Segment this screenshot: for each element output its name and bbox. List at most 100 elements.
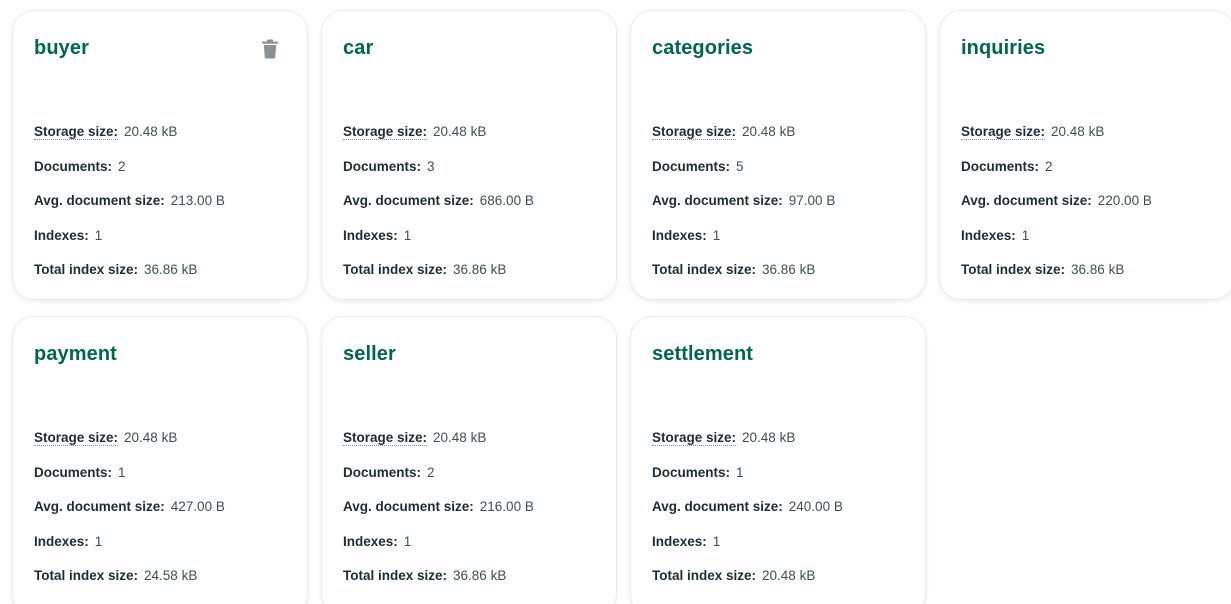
documents-value: 1 xyxy=(736,464,744,480)
stat-indexes: Indexes: 1 xyxy=(34,533,297,570)
stat-total-index-size: Total index size: 36.86 kB xyxy=(961,263,1224,298)
collection-stats: Storage size: 20.48 kB Documents: 3 Avg. d… xyxy=(343,124,606,298)
storage-size-value: 20.48 kB xyxy=(124,124,178,139)
collection-name[interactable]: seller xyxy=(343,343,396,366)
storage-size-value: 20.48 kB xyxy=(1051,124,1105,139)
storage-size-value: 20.48 kB xyxy=(742,430,796,445)
storage-size-label: Storage size: xyxy=(343,430,428,446)
stat-total-index-size: Total index size: 24.58 kB xyxy=(34,569,297,604)
collection-stats: Storage size: 20.48 kB Documents: 2 Avg. d… xyxy=(961,124,1224,298)
storage-size-label: Storage size: xyxy=(34,430,119,446)
documents-label: Documents: xyxy=(34,464,113,480)
documents-value: 2 xyxy=(118,158,126,174)
stat-total-index-size: Total index size: 20.48 kB xyxy=(652,569,915,604)
total-index-size-value: 36.86 kB xyxy=(453,262,507,277)
documents-label: Documents: xyxy=(34,158,113,174)
stat-indexes: Indexes: 1 xyxy=(652,227,915,264)
stat-total-index-size: Total index size: 36.86 kB xyxy=(652,263,915,298)
documents-label: Documents: xyxy=(343,158,422,174)
total-index-size-value: 36.86 kB xyxy=(453,568,507,583)
indexes-value: 1 xyxy=(712,227,721,243)
indexes-label: Indexes: xyxy=(34,533,89,549)
trash-icon[interactable] xyxy=(261,39,279,59)
stat-indexes: Indexes: 1 xyxy=(652,533,915,570)
stat-indexes: Indexes: 1 xyxy=(343,227,606,264)
indexes-value: 1 xyxy=(94,227,103,243)
collections-grid: buyer Storage size: 20.48 kB Documents: 2 … xyxy=(0,0,1231,604)
stat-documents: Documents: 2 xyxy=(343,464,606,501)
indexes-label: Indexes: xyxy=(652,533,707,549)
avg-document-size-label: Avg. document size: xyxy=(961,193,1092,208)
avg-document-size-label: Avg. document size: xyxy=(343,499,474,514)
collection-stats: Storage size: 20.48 kB Documents: 2 Avg. d… xyxy=(34,124,297,298)
documents-value: 2 xyxy=(427,464,435,480)
stat-storage-size: Storage size: 20.48 kB xyxy=(961,124,1224,160)
indexes-value: 1 xyxy=(403,533,412,549)
total-index-size-label: Total index size: xyxy=(34,262,139,277)
collection-name[interactable]: inquiries xyxy=(961,37,1045,60)
stat-storage-size: Storage size: 20.48 kB xyxy=(34,430,297,466)
collection-stats: Storage size: 20.48 kB Documents: 5 Avg. d… xyxy=(652,124,915,298)
storage-size-label: Storage size: xyxy=(961,124,1046,140)
documents-label: Documents: xyxy=(652,158,731,174)
stat-storage-size: Storage size: 20.48 kB xyxy=(652,430,915,466)
stat-indexes: Indexes: 1 xyxy=(961,227,1224,264)
indexes-value: 1 xyxy=(94,533,103,549)
total-index-size-label: Total index size: xyxy=(961,262,1066,277)
stat-documents: Documents: 1 xyxy=(652,464,915,501)
stat-documents: Documents: 2 xyxy=(34,158,297,195)
avg-document-size-value: 686.00 B xyxy=(479,193,534,208)
stat-storage-size: Storage size: 20.48 kB xyxy=(343,430,606,466)
collection-name[interactable]: payment xyxy=(34,343,117,366)
collection-stats: Storage size: 20.48 kB Documents: 1 Avg. d… xyxy=(652,430,915,604)
stat-storage-size: Storage size: 20.48 kB xyxy=(34,124,297,160)
indexes-value: 1 xyxy=(712,533,721,549)
stat-avg-document-size: Avg. document size: 686.00 B xyxy=(343,194,606,229)
storage-size-value: 20.48 kB xyxy=(124,430,178,445)
collection-card-seller[interactable]: seller Storage size: 20.48 kB Documents: 2… xyxy=(321,316,617,604)
stat-avg-document-size: Avg. document size: 213.00 B xyxy=(34,194,297,229)
indexes-label: Indexes: xyxy=(34,227,89,243)
collection-name[interactable]: settlement xyxy=(652,343,753,366)
stat-indexes: Indexes: 1 xyxy=(343,533,606,570)
avg-document-size-value: 216.00 B xyxy=(479,499,534,514)
collection-name[interactable]: buyer xyxy=(34,37,89,60)
stat-documents: Documents: 2 xyxy=(961,159,1224,195)
avg-document-size-label: Avg. document size: xyxy=(34,499,165,514)
avg-document-size-value: 97.00 B xyxy=(788,193,836,208)
collection-card-inquiries[interactable]: inquiries Storage size: 20.48 kB Document… xyxy=(939,10,1231,300)
avg-document-size-value: 427.00 B xyxy=(170,499,225,514)
stat-avg-document-size: Avg. document size: 240.00 B xyxy=(652,500,915,535)
stat-total-index-size: Total index size: 36.86 kB xyxy=(343,569,606,604)
collection-card-buyer[interactable]: buyer Storage size: 20.48 kB Documents: 2 … xyxy=(12,10,308,300)
storage-size-label: Storage size: xyxy=(652,430,737,446)
collection-card-car[interactable]: car Storage size: 20.48 kB Documents: 3 Av… xyxy=(321,10,617,300)
collection-name[interactable]: categories xyxy=(652,37,753,60)
collection-card-settlement[interactable]: settlement Storage size: 20.48 kB Documen… xyxy=(630,316,926,604)
stat-storage-size: Storage size: 20.48 kB xyxy=(652,124,915,160)
avg-document-size-label: Avg. document size: xyxy=(652,499,783,514)
stat-total-index-size: Total index size: 36.86 kB xyxy=(343,263,606,298)
stat-documents: Documents: 1 xyxy=(34,464,297,501)
collection-name[interactable]: car xyxy=(343,37,373,60)
total-index-size-label: Total index size: xyxy=(343,262,448,277)
collection-card-categories[interactable]: categories Storage size: 20.48 kB Documen… xyxy=(630,10,926,300)
total-index-size-value: 36.86 kB xyxy=(144,262,198,277)
total-index-size-value: 36.86 kB xyxy=(1071,262,1125,277)
documents-value: 1 xyxy=(118,464,126,480)
storage-size-value: 20.48 kB xyxy=(433,430,487,445)
collection-stats: Storage size: 20.48 kB Documents: 2 Avg. d… xyxy=(343,430,606,604)
stat-avg-document-size: Avg. document size: 216.00 B xyxy=(343,500,606,535)
indexes-value: 1 xyxy=(403,227,412,243)
stat-indexes: Indexes: 1 xyxy=(34,227,297,264)
avg-document-size-value: 213.00 B xyxy=(170,193,225,208)
avg-document-size-label: Avg. document size: xyxy=(343,193,474,208)
total-index-size-label: Total index size: xyxy=(343,568,448,583)
indexes-value: 1 xyxy=(1021,227,1030,243)
storage-size-value: 20.48 kB xyxy=(742,124,796,139)
storage-size-label: Storage size: xyxy=(652,124,737,140)
total-index-size-value: 20.48 kB xyxy=(762,568,816,583)
stat-documents: Documents: 5 xyxy=(652,158,915,195)
collection-card-payment[interactable]: payment Storage size: 20.48 kB Documents:… xyxy=(12,316,308,604)
total-index-size-value: 36.86 kB xyxy=(762,262,816,277)
